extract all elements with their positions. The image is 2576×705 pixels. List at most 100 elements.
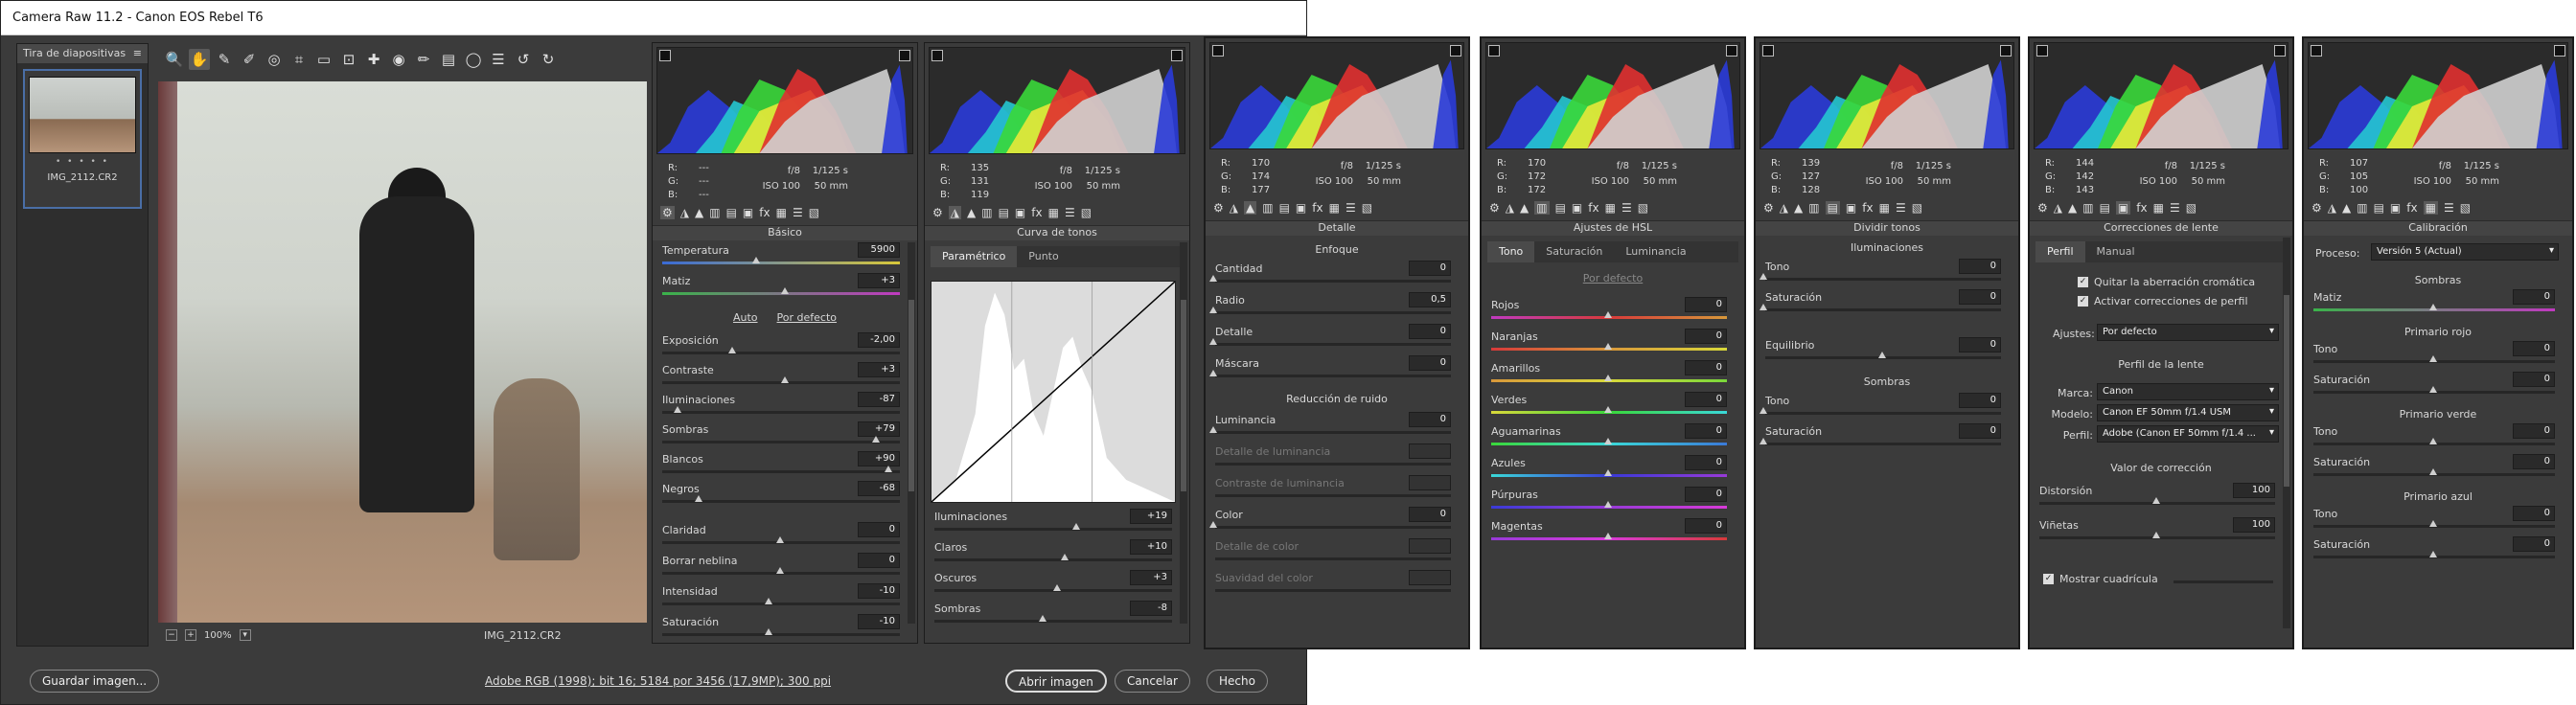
slider-value-input[interactable]: 0 <box>1409 324 1451 339</box>
curve-tab-icon[interactable]: ◮ <box>1780 201 1788 215</box>
slider-thumb[interactable] <box>1604 469 1612 476</box>
lens-tab-icon[interactable]: ▣ <box>1572 201 1582 215</box>
calibration-tab-icon[interactable]: ▦ <box>776 206 787 219</box>
slider-value-input[interactable]: 0 <box>2513 506 2555 521</box>
basic-tab-icon[interactable]: ⚙ <box>1213 201 1224 215</box>
slider-thumb[interactable] <box>1604 311 1612 318</box>
slider-detalle-de-color[interactable]: Detalle de color <box>1213 538 1451 567</box>
slider-value-input[interactable]: +3 <box>858 273 900 288</box>
detail-tab-icon[interactable]: ▲ <box>1244 201 1257 215</box>
split-tab-icon[interactable]: ▤ <box>1279 201 1290 215</box>
slider-value-input[interactable]: 0 <box>1685 487 1727 502</box>
slider-value-input[interactable]: 0 <box>2513 454 2555 469</box>
split-tab-icon[interactable]: ▤ <box>726 206 737 219</box>
tone-curve-graph[interactable] <box>931 281 1176 503</box>
redeye-icon[interactable]: ◉ <box>388 49 409 70</box>
slider-tono[interactable]: Tono 0 <box>2312 341 2555 370</box>
effects-tab-icon[interactable]: fx <box>1312 201 1322 215</box>
highlight-clipping-icon[interactable] <box>2554 45 2565 57</box>
effects-tab-icon[interactable]: fx <box>2406 201 2417 215</box>
scroll-thumb[interactable] <box>1181 300 1186 491</box>
slider-thumb[interactable] <box>752 257 760 263</box>
slider-saturación[interactable]: Saturación -10 <box>660 614 900 643</box>
basic-tab-icon[interactable]: ⚙ <box>932 206 943 219</box>
curve-tab-icon[interactable]: ◮ <box>948 206 961 219</box>
hsl-tab-icon[interactable]: ▥ <box>1534 201 1550 215</box>
slider-thumb[interactable] <box>1209 275 1217 282</box>
hsl-tab-icon[interactable]: ▥ <box>2357 201 2367 215</box>
slider-value-input[interactable]: 0 <box>2513 372 2555 387</box>
slider-thumb[interactable] <box>1072 523 1080 530</box>
detail-tab-icon[interactable]: ▲ <box>2068 201 2077 215</box>
shadow-clipping-icon[interactable] <box>1488 45 1500 57</box>
slider-track[interactable] <box>1215 463 1451 466</box>
slider-value-input[interactable]: -2,00 <box>858 332 900 348</box>
rotate-left-icon[interactable]: ↺ <box>513 49 534 70</box>
slider-value-input[interactable]: -10 <box>858 583 900 599</box>
slider-thumb[interactable] <box>2429 468 2437 475</box>
slider-track[interactable] <box>1215 311 1451 314</box>
lens-tab-icon[interactable]: ▣ <box>1296 201 1306 215</box>
slider-value-input[interactable]: 0 <box>1959 393 2001 408</box>
curve-tab-1[interactable]: Punto <box>1017 246 1070 267</box>
slider-thumb[interactable] <box>1039 615 1046 622</box>
slider-amarillos[interactable]: Amarillos 0 <box>1489 360 1727 389</box>
color-sampler-icon[interactable]: ✐ <box>239 49 260 70</box>
auto-link[interactable]: Auto <box>733 311 758 324</box>
slider-track[interactable] <box>662 603 900 605</box>
presets-tab-icon[interactable]: ☰ <box>1896 201 1906 215</box>
curve-tab-icon[interactable]: ◮ <box>680 206 689 219</box>
slider-thumb[interactable] <box>2429 520 2437 527</box>
basic-tab-icon[interactable]: ⚙ <box>2037 201 2048 215</box>
slider-iluminaciones[interactable]: Iluminaciones +19 <box>932 509 1172 537</box>
detail-tab-icon[interactable]: ▲ <box>1520 201 1529 215</box>
effects-tab-icon[interactable]: fx <box>1031 206 1042 219</box>
slider-thumb[interactable] <box>673 406 681 413</box>
panel-scrollbar[interactable] <box>1180 242 1187 624</box>
slider-máscara[interactable]: Máscara 0 <box>1209 355 1451 384</box>
slider-luminancia[interactable]: Luminancia 0 <box>1209 412 1451 441</box>
highlight-clipping-icon[interactable] <box>1450 45 1461 57</box>
shadow-clipping-icon[interactable] <box>2311 45 2322 57</box>
slider-value-input[interactable]: +90 <box>858 451 900 466</box>
slider-value-input[interactable]: 0 <box>2513 341 2555 356</box>
cancel-button[interactable]: Cancelar <box>1115 670 1190 693</box>
slider-track[interactable] <box>1215 494 1451 497</box>
slider-intensidad[interactable]: Intensidad -10 <box>660 583 900 612</box>
slider-thumb[interactable] <box>1760 438 1767 444</box>
filmstrip-menu-icon[interactable]: ≡ <box>133 47 142 60</box>
slider-value-input[interactable]: 0 <box>2513 536 2555 552</box>
slider-value-input[interactable]: 0 <box>1685 423 1727 439</box>
save-image-button[interactable]: Guardar imagen... <box>30 670 160 693</box>
slider-track[interactable] <box>1215 375 1451 377</box>
zoom-level[interactable]: 100% <box>204 630 232 641</box>
scroll-thumb[interactable] <box>2284 295 2289 487</box>
hsl-tab-icon[interactable]: ▥ <box>709 206 720 219</box>
hsl-tab-icon[interactable]: ▥ <box>981 206 992 219</box>
slider-thumb[interactable] <box>1604 533 1612 539</box>
slider-thumb[interactable] <box>781 376 789 383</box>
lens-tab-1[interactable]: Manual <box>2085 241 2147 262</box>
slider-value-input[interactable]: +79 <box>858 421 900 437</box>
photo-preview[interactable] <box>158 81 647 623</box>
workflow-options-link[interactable]: Adobe RGB (1998); bit 16; 5184 por 3456 … <box>485 674 831 688</box>
slider-value-input[interactable]: 0 <box>1685 329 1727 344</box>
detail-tab-icon[interactable]: ▲ <box>1794 201 1803 215</box>
effects-tab-icon[interactable]: fx <box>2136 201 2147 215</box>
slider-claridad[interactable]: Claridad 0 <box>660 522 900 551</box>
presets-tab-icon[interactable]: ☰ <box>1346 201 1356 215</box>
slider-track[interactable] <box>1765 412 2001 415</box>
effects-tab-icon[interactable]: fx <box>1588 201 1598 215</box>
snapshots-tab-icon[interactable]: ▧ <box>1081 206 1092 219</box>
transform-icon[interactable]: ⊡ <box>338 49 359 70</box>
slider-thumb[interactable] <box>884 466 892 472</box>
slider-tono[interactable]: Tono 0 <box>2312 506 2555 534</box>
slider-thumb[interactable] <box>1760 304 1767 310</box>
slider-thumb[interactable] <box>1604 501 1612 508</box>
slider-value-input[interactable]: 0 <box>1959 337 2001 352</box>
split-tab-icon[interactable]: ▤ <box>2374 201 2384 215</box>
hsl-tab-2[interactable]: Luminancia <box>1614 241 1697 262</box>
lens-tab-0[interactable]: Perfil <box>2036 241 2085 262</box>
lens-tab-icon[interactable]: ▣ <box>1846 201 1856 215</box>
panel-scrollbar[interactable] <box>2283 238 2290 628</box>
